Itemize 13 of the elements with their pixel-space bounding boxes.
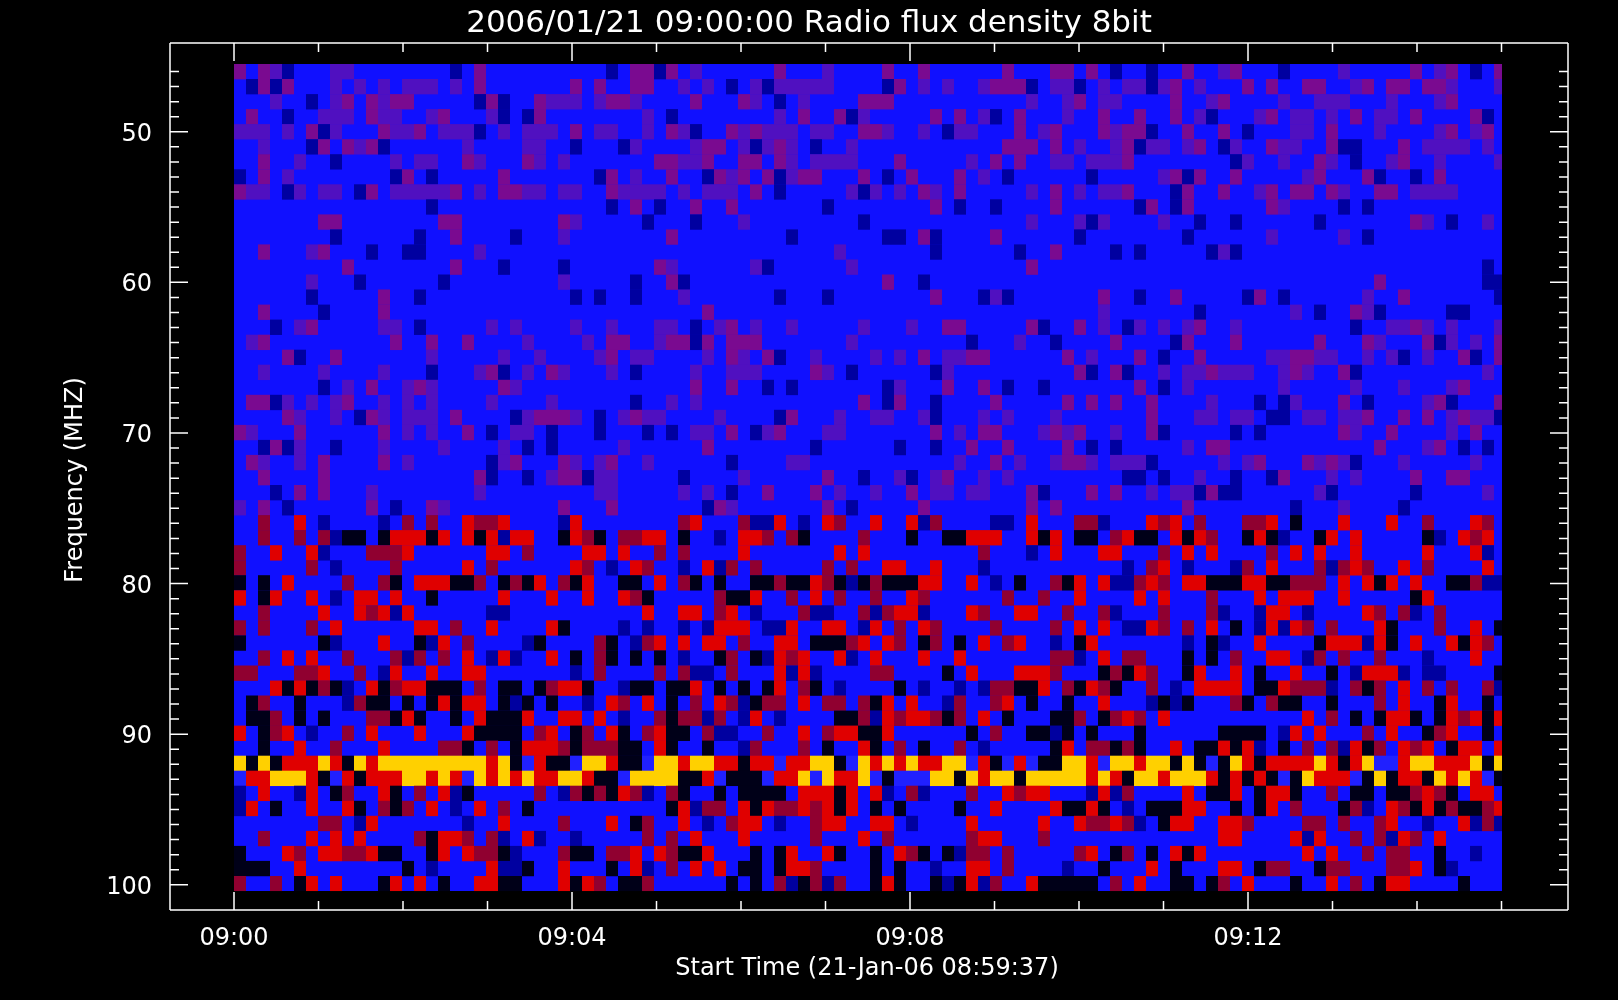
y-tick-label: 60	[121, 269, 152, 298]
y-tick-label: 70	[121, 419, 152, 448]
x-tick-label: 09:08	[875, 923, 945, 951]
y-axis-title: Frequency (MHZ)	[60, 377, 88, 583]
x-tick-label: 09:00	[199, 923, 269, 951]
y-tick-label: 90	[121, 721, 152, 750]
x-axis-title: Start Time (21-Jan-06 08:59:37)	[675, 953, 1059, 981]
x-tick-label: 09:12	[1213, 923, 1283, 951]
y-tick-label: 100	[106, 871, 152, 900]
y-tick-label: 80	[121, 570, 152, 599]
chart-title: 2006/01/21 09:00:00 Radio flux density 8bit	[466, 3, 1152, 39]
y-tick-label: 50	[121, 118, 152, 147]
x-tick-label: 09:04	[537, 923, 607, 951]
